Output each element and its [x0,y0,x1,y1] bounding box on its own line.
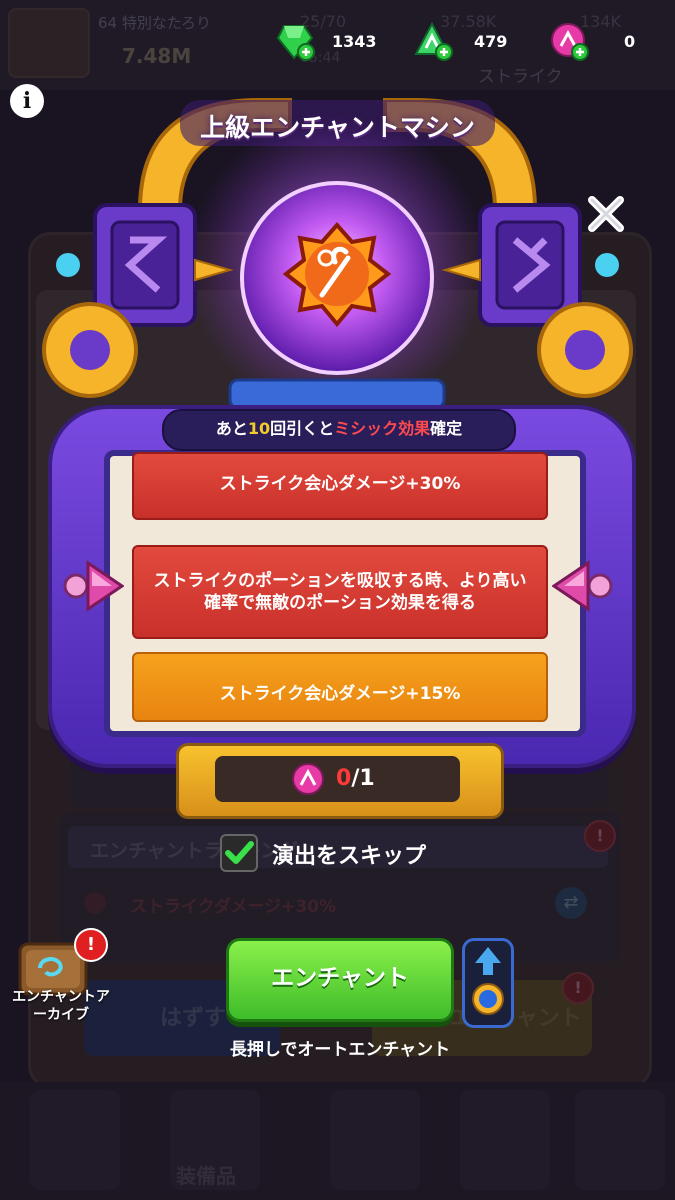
bg-power-value: 7.48M [122,44,192,68]
enchant-slot-1: ストライク会心ダメージ+30% [132,452,548,520]
bg-stat-line: ストライクダメージ+30% [130,897,337,917]
selector-arrow-right-icon [552,560,613,612]
skip-animation-label[interactable]: 演出をスキップ [272,838,426,870]
enchant-button[interactable]: エンチャント [226,938,454,1022]
cost-current: 0 [336,766,352,791]
bg-tab-1 [30,1090,120,1190]
enchant-archive-label[interactable]: エンチャントアーカイブ [6,988,116,1024]
currency-gem-value: 1343 [332,32,377,51]
cost-counter-value: 0/1 [336,766,375,791]
bg-remove-label: はずす [160,1006,227,1031]
bg-tab-equipment-label: 装備品 [176,1164,236,1188]
bg-strike-label: ストライク [478,67,563,87]
bg-avatar [8,8,90,78]
notice-count: 10 [247,419,271,438]
bg-player-name: 64 特別なたろり [98,14,211,32]
archive-alert-badge: ! [74,928,108,962]
bg-alert-badge: ! [562,972,594,1004]
notice-suffix: 確定 [430,419,463,438]
hold-to-auto-hint: 長押しでオートエンチャント [229,1040,451,1060]
bg-alert-badge: ! [584,820,616,852]
bg-swap-icon: ⇄ [555,887,587,919]
selector-arrow-left-icon [63,560,124,612]
enchant-slot-2: ストライクのポーションを吸収する時、より高い確率で無敵のポーション効果を得る [132,545,548,639]
check-icon [225,841,254,864]
notice-prefix: あと [215,419,248,438]
enchant-stone-pink-icon [292,763,324,795]
bg-tab-4 [460,1090,550,1190]
notice-highlight: ミシック効果 [334,419,431,438]
bg-stat-icon [84,892,106,914]
cost-total: /1 [351,766,375,791]
machine-title: 上級エンチャントマシン [200,113,475,142]
skip-animation-checkbox[interactable] [220,834,258,872]
mythic-guarantee-notice: あと10回引くとミシック効果確定 [162,409,516,451]
bg-tab-5 [575,1090,665,1190]
bg-tab-3 [330,1090,420,1190]
bg-lock-title: エンチャントラッキング [90,840,299,862]
enchant-stone-green-icon [414,21,453,61]
enchant-slot-3: ストライク会心ダメージ+15% [132,652,548,722]
notice-mid: 回引くと [270,419,335,438]
currency-green-stone-value: 479 [474,32,508,51]
close-icon[interactable] [584,192,628,236]
auto-enchant-toggle[interactable] [462,938,514,1028]
green-gem-icon [276,25,315,61]
arrow-up-icon [472,947,504,1015]
currency-pink-stone-value: 0 [624,32,636,51]
enchant-stone-pink-icon [551,23,589,61]
